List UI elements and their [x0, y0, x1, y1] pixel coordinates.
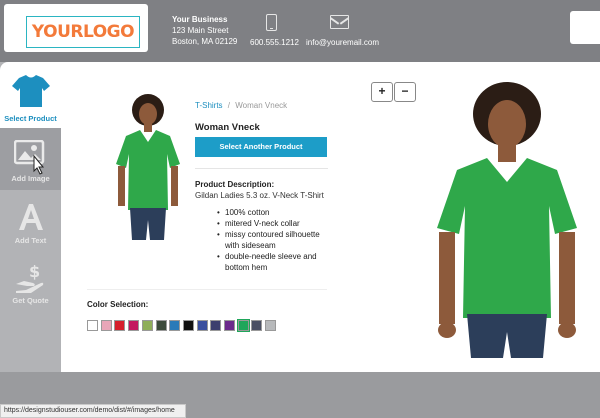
color-swatch[interactable]	[182, 320, 194, 331]
quote-icon: $	[16, 262, 44, 293]
product-name: Woman Vneck	[195, 122, 260, 133]
select-another-product-button[interactable]: Select Another Product	[195, 137, 327, 157]
color-swatch[interactable]	[155, 320, 167, 331]
color-swatch[interactable]	[100, 320, 112, 331]
breadcrumb-separator: /	[227, 101, 231, 110]
divider	[195, 168, 328, 169]
color-swatch[interactable]	[87, 320, 98, 331]
tool-get-quote[interactable]: $ Get Quote	[0, 252, 61, 314]
color-swatch[interactable]	[210, 320, 222, 331]
tshirt-icon	[12, 75, 50, 107]
logo-card[interactable]: YOURLOGO	[4, 4, 148, 52]
logo-text: YOURLOGO	[31, 22, 135, 42]
feature-item: mitered V-neck collar	[217, 218, 333, 229]
breadcrumb-category[interactable]: T-Shirts	[195, 101, 223, 110]
zoom-in-button[interactable]: +	[371, 82, 393, 102]
description-subtitle: Gildan Ladies 5.3 oz. V-Neck T-Shirt	[195, 191, 324, 200]
tool-sidebar: Select Product Add Image Add Text $ Get …	[0, 62, 61, 372]
svg-text:$: $	[29, 262, 40, 281]
color-swatch[interactable]	[251, 320, 263, 331]
color-swatch[interactable]	[236, 319, 250, 332]
tool-add-image[interactable]: Add Image	[0, 128, 61, 190]
business-name: Your Business	[172, 15, 228, 24]
color-swatch[interactable]	[141, 320, 153, 331]
color-swatch[interactable]	[265, 320, 277, 331]
image-icon	[14, 140, 45, 175]
breadcrumb-current: Woman Vneck	[235, 101, 288, 110]
phone-icon	[266, 14, 277, 31]
feature-item: double-needle sleeve and bottom hem	[217, 251, 333, 273]
text-icon	[19, 204, 43, 230]
feature-list: 100% cotton mitered V-neck collar missy …	[217, 207, 333, 273]
phone-number[interactable]: 600.555.1212	[250, 38, 299, 47]
status-bar-url: https://designstudiouser.com/demo/dist/#…	[0, 404, 186, 418]
feature-item: missy contoured silhouette with sideseam	[217, 229, 333, 251]
breadcrumb: T-Shirts / Woman Vneck	[195, 101, 287, 110]
address-line-1: 123 Main Street	[172, 26, 229, 35]
color-swatch[interactable]	[128, 320, 140, 331]
tool-label-add-image: Add Image	[11, 174, 50, 183]
zoom-out-button[interactable]: −	[394, 82, 416, 102]
color-selection-title: Color Selection:	[87, 300, 149, 309]
tool-label-add-text: Add Text	[14, 236, 47, 245]
description-title: Product Description:	[195, 180, 275, 189]
business-info: Your Business 123 Main Street Boston, MA…	[172, 14, 237, 47]
product-thumbnail[interactable]	[112, 92, 184, 240]
email-address[interactable]: info@youremail.com	[306, 38, 379, 47]
color-swatch[interactable]	[169, 320, 181, 331]
header-action-button[interactable]	[570, 11, 600, 44]
product-preview-canvas[interactable]	[425, 82, 595, 358]
color-swatch[interactable]	[224, 320, 235, 331]
color-swatch[interactable]	[114, 320, 126, 331]
color-swatch[interactable]	[196, 320, 208, 331]
tool-select-product[interactable]: Select Product	[0, 62, 61, 128]
feature-item: 100% cotton	[217, 207, 333, 218]
tool-label-get-quote: Get Quote	[12, 296, 49, 305]
address-line-2: Boston, MA 02129	[172, 37, 238, 46]
logo: YOURLOGO	[26, 16, 140, 48]
top-header: YOURLOGO Your Business 123 Main Street B…	[0, 0, 600, 62]
tool-label-select-product: Select Product	[4, 114, 57, 123]
envelope-icon	[330, 15, 349, 29]
divider	[87, 289, 327, 290]
tool-add-text[interactable]: Add Text	[0, 190, 61, 252]
